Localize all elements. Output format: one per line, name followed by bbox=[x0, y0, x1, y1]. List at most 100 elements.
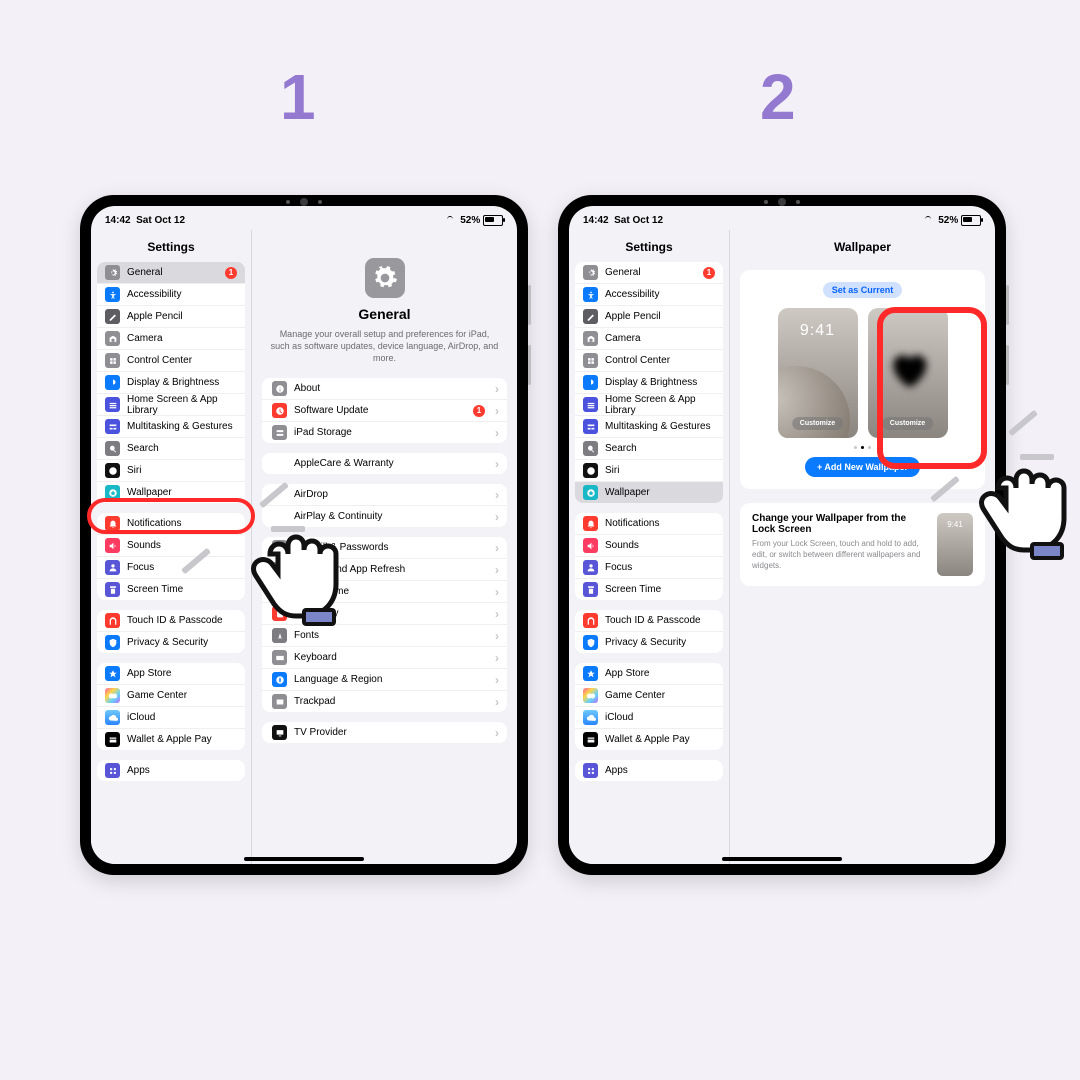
sidebar-item-siri[interactable]: Siri bbox=[97, 460, 245, 482]
chevron-right-icon: › bbox=[495, 488, 499, 502]
lock-preview[interactable]: 9:41 Customize bbox=[778, 308, 858, 438]
sidebar-item-accessibility[interactable]: Accessibility bbox=[575, 284, 723, 306]
sidebar-item-label: Sounds bbox=[605, 540, 639, 551]
sidebar-item-touch-id-passcode[interactable]: Touch ID & Passcode bbox=[97, 610, 245, 632]
display-icon bbox=[105, 375, 120, 390]
sidebar-item-search[interactable]: Search bbox=[97, 438, 245, 460]
sidebar-item-multitasking-gestures[interactable]: Multitasking & Gestures bbox=[97, 416, 245, 438]
sidebar-item-label: Notifications bbox=[605, 518, 659, 529]
chevron-right-icon: › bbox=[495, 726, 499, 740]
kb-icon bbox=[272, 650, 287, 665]
detail-item-label: Trackpad bbox=[294, 696, 335, 707]
sidebar-item-general[interactable]: General1 bbox=[97, 262, 245, 284]
detail-item-label: AppleCare & Warranty bbox=[294, 458, 394, 469]
sidebar-item-camera[interactable]: Camera bbox=[575, 328, 723, 350]
home-bar[interactable] bbox=[722, 857, 842, 861]
set-current-button[interactable]: Set as Current bbox=[823, 282, 903, 298]
sidebar-item-notifications[interactable]: Notifications bbox=[575, 513, 723, 535]
chevron-right-icon: › bbox=[495, 404, 499, 418]
pencil-icon bbox=[583, 309, 598, 324]
touch-icon bbox=[583, 613, 598, 628]
sidebar-item-camera[interactable]: Camera bbox=[97, 328, 245, 350]
access-icon bbox=[583, 287, 598, 302]
sidebar-item-apps[interactable]: Apps bbox=[97, 760, 245, 781]
sidebar-item-touch-id-passcode[interactable]: Touch ID & Passcode bbox=[575, 610, 723, 632]
sidebar-item-screen-time[interactable]: Screen Time bbox=[97, 579, 245, 600]
sidebar-item-label: Camera bbox=[127, 333, 163, 344]
badge: 1 bbox=[473, 405, 485, 417]
cloud-icon bbox=[583, 710, 598, 725]
detail-item-label: AirDrop bbox=[294, 489, 328, 500]
stor-icon bbox=[272, 425, 287, 440]
sidebar-item-general[interactable]: General1 bbox=[575, 262, 723, 284]
home-bar[interactable] bbox=[244, 857, 364, 861]
sidebar-item-control-center[interactable]: Control Center bbox=[97, 350, 245, 372]
customize-button[interactable]: Customize bbox=[792, 417, 843, 430]
sidebar-item-label: General bbox=[127, 267, 163, 278]
detail-item-about[interactable]: About› bbox=[262, 378, 507, 400]
detail-item-keyboard[interactable]: Keyboard› bbox=[262, 647, 507, 669]
chevron-right-icon: › bbox=[495, 563, 499, 577]
sidebar-item-label: Control Center bbox=[127, 355, 192, 366]
detail-title: Wallpaper bbox=[730, 230, 995, 262]
sidebar-item-screen-time[interactable]: Screen Time bbox=[575, 579, 723, 600]
sidebar-item-icloud[interactable]: iCloud bbox=[575, 707, 723, 729]
detail-title: General bbox=[270, 306, 499, 322]
sidebar-item-search[interactable]: Search bbox=[575, 438, 723, 460]
sidebar-item-wallpaper[interactable]: Wallpaper bbox=[575, 482, 723, 503]
sidebar-item-label: Accessibility bbox=[127, 289, 181, 300]
sidebar-item-label: Sounds bbox=[127, 540, 161, 551]
sidebar-item-game-center[interactable]: Game Center bbox=[575, 685, 723, 707]
home-icon bbox=[105, 397, 120, 412]
sidebar-item-apps[interactable]: Apps bbox=[575, 760, 723, 781]
sidebar-item-display-brightness[interactable]: Display & Brightness bbox=[97, 372, 245, 394]
chevron-right-icon: › bbox=[495, 695, 499, 709]
sidebar-item-sounds[interactable]: Sounds bbox=[575, 535, 723, 557]
sidebar-item-home-screen-app-library[interactable]: Home Screen & App Library bbox=[575, 394, 723, 416]
detail-item-label: Language & Region bbox=[294, 674, 382, 685]
sidebar-item-label: Display & Brightness bbox=[127, 377, 219, 388]
cloud-icon bbox=[105, 710, 120, 725]
detail-item-tv-provider[interactable]: TV Provider› bbox=[262, 722, 507, 743]
sidebar-item-label: Focus bbox=[605, 562, 632, 573]
sidebar-item-control-center[interactable]: Control Center bbox=[575, 350, 723, 372]
sidebar-item-wallet-apple-pay[interactable]: Wallet & Apple Pay bbox=[575, 729, 723, 750]
sidebar-item-icloud[interactable]: iCloud bbox=[97, 707, 245, 729]
sidebar-item-label: App Store bbox=[127, 668, 171, 679]
sidebar-item-focus[interactable]: Focus bbox=[575, 557, 723, 579]
sidebar-item-label: Game Center bbox=[127, 690, 187, 701]
step-label-1: 1 bbox=[280, 60, 316, 134]
sidebar-item-app-store[interactable]: App Store bbox=[575, 663, 723, 685]
sidebar-item-privacy-security[interactable]: Privacy & Security bbox=[575, 632, 723, 653]
tv-icon bbox=[272, 725, 287, 740]
sidebar-item-label: Apps bbox=[605, 765, 628, 776]
sidebar-item-multitasking-gestures[interactable]: Multitasking & Gestures bbox=[575, 416, 723, 438]
detail-item-airdrop[interactable]: >AirDrop› bbox=[262, 484, 507, 506]
detail-item-software-update[interactable]: Software Update1› bbox=[262, 400, 507, 422]
sidebar-item-label: Apple Pencil bbox=[605, 311, 661, 322]
sidebar-item-apple-pencil[interactable]: Apple Pencil bbox=[97, 306, 245, 328]
chevron-right-icon: › bbox=[495, 426, 499, 440]
search-icon bbox=[105, 441, 120, 456]
detail-desc: Manage your overall setup and preference… bbox=[270, 328, 499, 364]
sidebar-item-label: Privacy & Security bbox=[127, 637, 208, 648]
sidebar-item-wallet-apple-pay[interactable]: Wallet & Apple Pay bbox=[97, 729, 245, 750]
sidebar-item-app-store[interactable]: App Store bbox=[97, 663, 245, 685]
chevron-right-icon: › bbox=[495, 607, 499, 621]
status-bar: 14:42 Sat Oct 12 52% bbox=[569, 206, 995, 230]
sidebar-item-label: iCloud bbox=[127, 712, 155, 723]
tp-icon bbox=[272, 694, 287, 709]
sidebar-item-siri[interactable]: Siri bbox=[575, 460, 723, 482]
sidebar-item-home-screen-app-library[interactable]: Home Screen & App Library bbox=[97, 394, 245, 416]
focus-icon bbox=[583, 560, 598, 575]
sidebar-item-game-center[interactable]: Game Center bbox=[97, 685, 245, 707]
sidebar-item-accessibility[interactable]: Accessibility bbox=[97, 284, 245, 306]
sidebar-item-privacy-security[interactable]: Privacy & Security bbox=[97, 632, 245, 653]
detail-item-language-region[interactable]: Language & Region› bbox=[262, 669, 507, 691]
sidebar-item-label: Siri bbox=[605, 465, 619, 476]
detail-item-applecare-warranty[interactable]: AppleCare & Warranty› bbox=[262, 453, 507, 474]
sidebar-item-apple-pencil[interactable]: Apple Pencil bbox=[575, 306, 723, 328]
sidebar-item-display-brightness[interactable]: Display & Brightness bbox=[575, 372, 723, 394]
detail-item-ipad-storage[interactable]: iPad Storage› bbox=[262, 422, 507, 443]
detail-item-trackpad[interactable]: Trackpad › bbox=[262, 691, 507, 712]
